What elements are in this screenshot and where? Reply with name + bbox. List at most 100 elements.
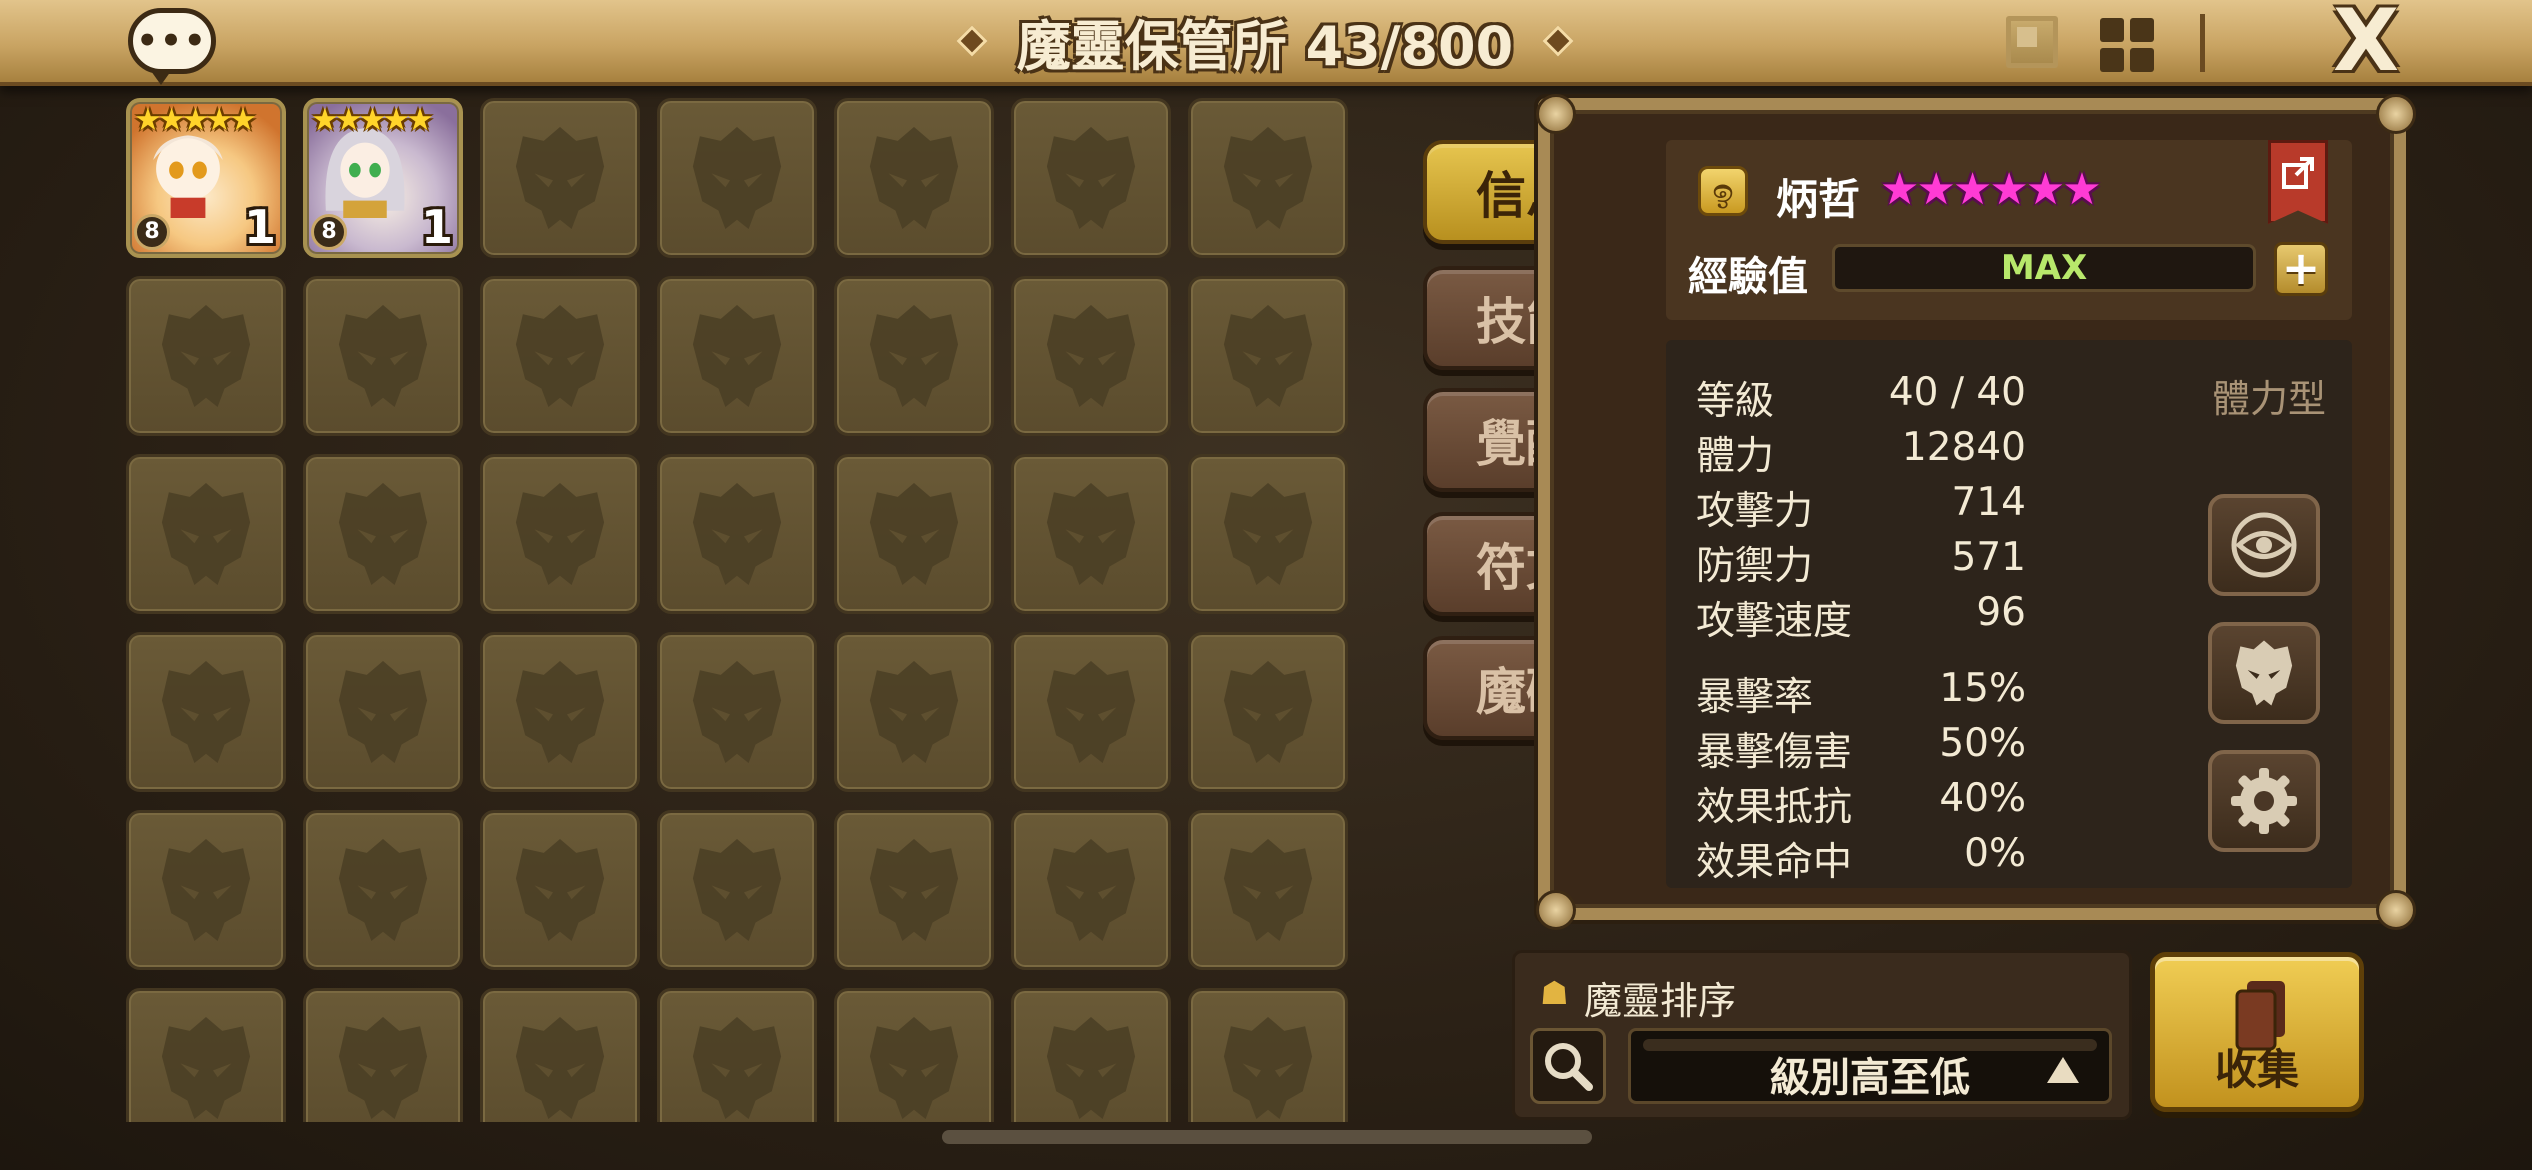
stat-value: 0% [1964,831,2026,876]
empty-slot[interactable] [1188,98,1348,258]
empty-slot[interactable] [1011,988,1171,1122]
empty-slot[interactable] [1188,988,1348,1122]
frame-corner-icon [2376,94,2416,134]
empty-slot[interactable] [834,988,994,1122]
empty-slot[interactable] [480,454,640,614]
empty-slot[interactable] [1011,810,1171,970]
frame-corner-icon [1536,890,1576,930]
grid-view-icon[interactable] [2100,18,2154,72]
empty-slot[interactable] [834,632,994,792]
empty-monster-icon [856,1010,972,1122]
skill-detail-button[interactable] [2208,494,2320,596]
empty-slot[interactable] [657,810,817,970]
add-exp-button[interactable]: + [2274,242,2328,296]
empty-slot[interactable] [126,810,286,970]
exp-bar: MAX [1832,244,2256,292]
empty-monster-icon [148,654,264,770]
empty-monster-icon [856,476,972,592]
empty-slot[interactable] [1011,98,1171,258]
empty-slot[interactable] [657,454,817,614]
empty-slot[interactable] [126,988,286,1122]
stat-value: 40% [1939,776,2026,821]
empty-slot[interactable] [1188,632,1348,792]
empty-monster-icon [148,1010,264,1122]
monster-count: 1 [420,200,453,254]
empty-monster-icon [502,476,618,592]
close-button[interactable]: X [2326,0,2406,84]
exp-label: 經驗值 [1688,254,1808,300]
empty-monster-icon [502,1010,618,1122]
empty-monster-icon [1033,832,1149,948]
empty-slot[interactable] [480,988,640,1122]
chat-bubble-icon[interactable]: ••• [128,8,216,85]
title-wrap: 魔靈保管所 43/800 [940,0,1590,82]
stat-value: 15% [1939,666,2026,711]
empty-slot[interactable] [657,988,817,1122]
monster-slot[interactable]: ★★★★★ 8 1 [126,98,286,258]
home-indicator[interactable] [942,1130,1592,1144]
empty-slot[interactable] [834,276,994,436]
collect-button[interactable]: 收集 [2150,952,2364,1112]
empty-slot[interactable] [657,632,817,792]
empty-slot[interactable] [126,632,286,792]
empty-slot[interactable] [480,810,640,970]
empty-slot[interactable] [1011,632,1171,792]
search-icon [1545,1043,1593,1091]
page-title: 魔靈保管所 43/800 [1016,14,1514,78]
single-view-icon[interactable] [2006,16,2058,68]
empty-monster-icon [679,1010,795,1122]
empty-monster-icon [1210,298,1326,414]
empty-monster-icon [148,476,264,592]
empty-slot[interactable] [303,988,463,1122]
empty-slot[interactable] [480,276,640,436]
monster-list-button[interactable] [2208,622,2320,724]
empty-monster-icon [1210,654,1326,770]
empty-monster-icon [856,654,972,770]
search-button[interactable] [1530,1028,1606,1104]
empty-slot[interactable] [480,98,640,258]
empty-slot[interactable] [657,276,817,436]
empty-monster-icon [1210,120,1326,236]
level-badge: 8 [134,214,170,250]
empty-slot[interactable] [1011,276,1171,436]
empty-monster-icon [1033,476,1149,592]
empty-monster-icon [1033,654,1149,770]
settings-button[interactable] [2208,750,2320,852]
empty-slot[interactable] [834,98,994,258]
empty-slot[interactable] [834,454,994,614]
empty-monster-icon [1210,476,1326,592]
stat-label: 效果命中 [1696,840,1853,885]
empty-slot[interactable] [1188,810,1348,970]
monster-slot[interactable]: ★★★★★ 8 1 [303,98,463,258]
empty-monster-icon [1033,1010,1149,1122]
stat-label: 等級 [1696,379,1775,424]
empty-slot[interactable] [303,454,463,614]
monster-mask-icon [2235,640,2293,706]
empty-slot[interactable] [303,632,463,792]
empty-slot[interactable] [1188,276,1348,436]
empty-slot[interactable] [1011,454,1171,614]
divider [2200,14,2205,72]
top-bar: ••• 魔靈保管所 43/800 X [0,0,2532,86]
sort-dropdown[interactable]: 級別高至低 [1628,1028,2112,1104]
stat-label: 效果抵抗 [1696,785,1853,830]
empty-slot[interactable] [126,276,286,436]
stat-label: 攻擊速度 [1696,599,1853,644]
diamond-right-icon [1542,25,1574,57]
frame-corner-icon [2376,890,2416,930]
empty-slot[interactable] [303,810,463,970]
monster-stars: ★★★★★★ [1880,164,2102,215]
monster-count: 1 [243,200,276,254]
empty-slot[interactable] [834,810,994,970]
empty-slot[interactable] [1188,454,1348,614]
empty-monster-icon [1033,120,1149,236]
empty-slot[interactable] [657,98,817,258]
monster-grade-stars: ★★★★★ [134,102,257,138]
empty-monster-icon [679,654,795,770]
empty-slot[interactable] [480,632,640,792]
stat-label: 暴擊傷害 [1696,730,1853,775]
level-badge: 8 [311,214,347,250]
empty-slot[interactable] [303,276,463,436]
frame-corner-icon [1536,94,1576,134]
empty-slot[interactable] [126,454,286,614]
